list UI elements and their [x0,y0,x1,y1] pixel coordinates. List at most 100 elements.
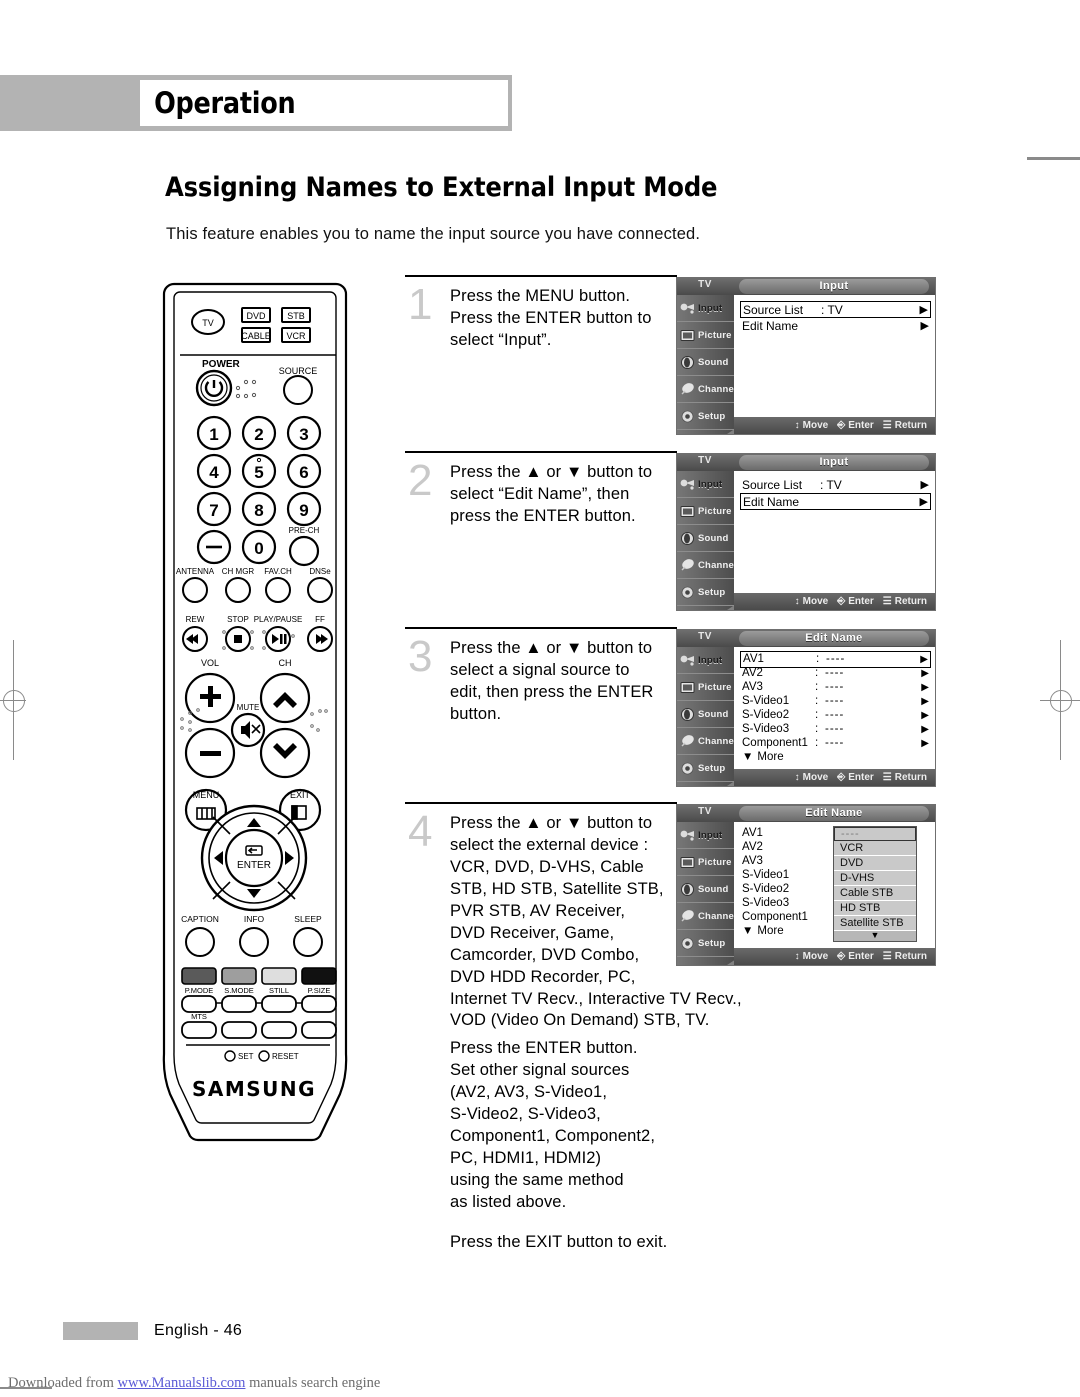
edit-name-source: Component1 [742,737,808,750]
edit-name-row[interactable]: AV2 [742,840,815,855]
dropdown-option[interactable]: Cable STB [834,886,916,901]
svg-text:INFO: INFO [244,914,265,924]
edit-name-row[interactable]: AV2 : ---- ▶ [742,666,929,681]
osd-row-source-list[interactable]: Source List : TV ▶ [742,477,929,492]
svg-text:DVD: DVD [246,311,266,321]
device-dropdown[interactable]: ---- VCR DVD D-VHS Cable STB HD STB Sate… [833,826,917,942]
updown-arrow-icon: ↕ [794,596,800,607]
edit-name-row[interactable]: AV3 : ---- ▶ [742,680,929,695]
sidebar-item-sound[interactable]: Sound [677,876,734,903]
remote-blank-button-2 [261,1021,297,1039]
return-key-icon: ☰ [882,951,892,962]
enter-key-icon: ⎆ [837,596,846,607]
edit-name-row[interactable]: AV1 [742,826,815,841]
edit-name-row[interactable]: S-Video1 : ---- ▶ [742,694,929,709]
edit-name-row[interactable]: AV3 [742,854,815,869]
edit-name-row[interactable]: Component1 [742,910,815,925]
sidebar-item-input[interactable]: Input [677,471,734,498]
followup-line: using the same method [450,1170,624,1189]
step-text: Press the ▲ or ▼ button to select a sign… [450,629,677,726]
sidebar-label: Setup [698,586,726,598]
osd-hint-label: Enter [848,772,874,783]
sidebar-item-picture[interactable]: Picture [677,849,734,876]
svg-text:P.MODE: P.MODE [185,986,214,995]
sidebar-label: Input [698,829,723,841]
sidebar-label: Sound [698,532,729,544]
return-key-icon: ☰ [882,772,892,783]
sidebar-item-setup[interactable]: Setup [677,579,734,606]
download-prefix: Downloaded from [8,1375,118,1391]
sidebar-item-input[interactable]: Input [677,647,734,674]
osd-hint-move: ↕ Move [795,420,829,431]
sidebar-item-channel[interactable]: Channel [677,728,737,755]
dropdown-option[interactable]: DVD [834,856,916,871]
step-line: Press the ▲ or ▼ button to [450,639,653,657]
remote-still-button [261,995,297,1013]
svg-text:POWER: POWER [202,359,241,370]
sidebar-item-channel[interactable]: Channel [677,376,737,403]
sidebar-item-channel[interactable]: Channel [677,903,737,930]
osd-row-edit-name[interactable]: Edit Name ▶ [742,318,929,333]
osd-hint-label: Move [802,596,829,607]
osd-row-source-list[interactable]: Source List : TV ▶ [740,301,931,318]
chevron-right-icon: ▶ [919,304,928,316]
sidebar-item-sound[interactable]: Sound [677,525,734,552]
edit-name-row[interactable]: S-Video3 : ---- ▶ [742,722,929,737]
sidebar-item-setup[interactable]: Setup [677,403,734,430]
sound-icon [679,881,696,898]
osd-hint-return: ☰ Return [883,596,927,607]
sidebar-item-input[interactable]: Input [677,822,734,849]
followup-instructions: Press the ENTER button. Set other signal… [450,1038,750,1214]
dropdown-option[interactable]: Satellite STB [834,916,916,931]
svg-text:6: 6 [299,463,308,482]
dropdown-option[interactable]: VCR [834,841,916,856]
osd-more-label: More [757,751,784,763]
followup-line: Set other signal sources [450,1060,630,1079]
edit-name-row[interactable]: S-Video1 [742,868,815,883]
osd-more-row[interactable]: ▼ More [742,751,784,763]
sidebar-item-setup[interactable]: Setup [677,930,734,957]
osd-tv-tag: TV [698,279,712,290]
chevron-right-icon: ▶ [921,695,929,707]
trim-mark-top-right [1027,157,1080,160]
edit-name-row[interactable]: S-Video3 [742,896,815,911]
osd-sidebar: Input Picture Sound Channel Setup [677,822,737,965]
sidebar-label: Input [698,478,723,490]
followup-line: (AV2, AV3, S-Video1, [450,1082,608,1101]
step-line: press the ENTER button. [450,506,636,525]
svg-text:SLEEP: SLEEP [294,914,322,924]
sidebar-label: Input [698,302,723,314]
edit-name-colon: : [815,695,819,708]
enter-key-icon: ⎆ [837,420,846,431]
osd-row-edit-name[interactable]: Edit Name ▶ [740,493,931,510]
sidebar-item-sound[interactable]: Sound [677,349,734,376]
sidebar-item-input[interactable]: Input [677,295,734,322]
sidebar-item-setup[interactable]: Setup [677,755,734,782]
svg-text:MUTE: MUTE [237,703,260,712]
edit-name-row[interactable]: S-Video2 [742,882,815,897]
input-icon [679,300,696,317]
step-number: 3 [408,632,433,681]
sidebar-item-picture[interactable]: Picture [677,674,734,701]
sidebar-item-sound[interactable]: Sound [677,701,734,728]
edit-name-row[interactable]: S-Video2 : ---- ▶ [742,708,929,723]
edit-name-row[interactable]: Component1 : ---- ▶ [742,736,929,751]
remote-dnse-button [307,577,333,603]
sidebar-item-channel[interactable]: Channel [677,552,737,579]
step-text: Press the ▲ or ▼ button to select “Edit … [450,453,677,528]
svg-text:ANTENNA: ANTENNA [176,567,215,576]
osd-hint-move: ↕ Move [795,772,829,783]
dropdown-option[interactable]: D-VHS [834,871,916,886]
sidebar-item-picture[interactable]: Picture [677,322,734,349]
osd-more-row[interactable]: ▼ More [742,925,784,937]
manualslib-link[interactable]: www.Manualslib.com [118,1375,246,1391]
sidebar-item-picture[interactable]: Picture [677,498,734,525]
osd-sidebar: Input Picture Sound Channel Setup [677,647,737,786]
osd-tv-tag: TV [698,806,712,817]
dropdown-scroll-down-icon[interactable]: ▼ [834,931,916,941]
svg-text:2: 2 [254,425,263,444]
dropdown-option[interactable]: HD STB [834,901,916,916]
remote-enter-button [224,828,284,888]
dropdown-option[interactable]: ---- [834,827,916,841]
input-icon [679,827,696,844]
